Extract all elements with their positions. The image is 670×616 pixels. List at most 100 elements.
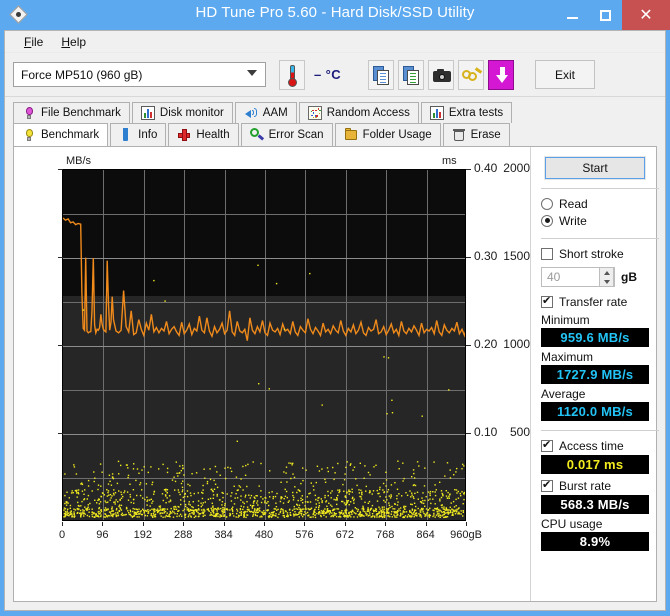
short-stroke-checkbox[interactable]: [541, 247, 553, 260]
y2-axis-tick-label: 0.40: [474, 161, 498, 175]
access-time-scatter: [63, 264, 465, 519]
tab-file-benchmark[interactable]: File Benchmark: [13, 102, 130, 123]
chart-plot-area: [62, 169, 466, 521]
y2-axis-tick: [466, 169, 471, 170]
short-stroke-value: 40: [547, 270, 561, 284]
download-icon[interactable]: [488, 59, 515, 90]
random-dots-icon: [307, 106, 322, 120]
short-stroke-input[interactable]: 40: [541, 267, 615, 287]
close-button[interactable]: ✕: [622, 0, 670, 30]
x-axis-tick: [143, 522, 144, 526]
radio-write-label: Write: [559, 213, 587, 228]
exit-button[interactable]: Exit: [535, 60, 596, 89]
radio-write[interactable]: Write: [541, 212, 659, 229]
magnifier-icon: [249, 128, 264, 142]
chart-series-layer: [63, 217, 465, 519]
burst-rate-label: Burst rate: [559, 478, 612, 493]
short-stroke-stepper[interactable]: [599, 267, 614, 287]
bulb-yellow-icon: [22, 128, 36, 142]
minimize-button[interactable]: [556, 0, 589, 30]
divider: [541, 238, 659, 239]
red-cross-icon: [177, 128, 191, 142]
access-time-checkbox[interactable]: [541, 438, 553, 452]
benchmark-panel: MB/s ms 2000 1500 1000 500 0.40 0.30 0.20 0.10…: [13, 146, 659, 602]
tab-row-top: File Benchmark Disk monitor AAM Random A…: [13, 102, 657, 123]
benchmark-controls: Start Read Write Short stroke 40 gB ✔ Tr…: [530, 147, 659, 601]
chart-y2label: ms: [442, 155, 457, 167]
checkbox-transfer-rate[interactable]: Transfer rate: [541, 293, 659, 310]
checkbox-access-time[interactable]: Access time: [541, 437, 659, 454]
tab-strip: File Benchmark Disk monitor AAM Random A…: [5, 97, 665, 146]
checkbox-short-stroke[interactable]: Short stroke: [541, 245, 659, 262]
x-axis-tick: [426, 522, 427, 526]
short-stroke-unit: gB: [621, 270, 637, 284]
tab-disk-monitor[interactable]: Disk monitor: [131, 102, 233, 123]
stepper-up-icon[interactable]: [603, 270, 610, 275]
tab-aam-label: AAM: [262, 107, 288, 119]
start-button[interactable]: Start: [544, 156, 646, 180]
toolbar: Force MP510 (960 gB) – °C Exit: [5, 53, 665, 97]
x-axis-tick: [183, 522, 184, 526]
maximum-value: 1727.9 MB/s: [541, 365, 649, 384]
x-axis-tick: [385, 522, 386, 526]
x-axis-tick-label: 192: [133, 529, 152, 541]
client-area: File Help Force MP510 (960 gB) – °C Exit…: [4, 30, 666, 611]
screenshot-icon[interactable]: [428, 59, 455, 90]
y-axis-tick: [58, 433, 63, 434]
radio-write-indicator[interactable]: [541, 214, 553, 227]
transfer-rate-checkbox[interactable]: [541, 294, 553, 308]
burst-rate-value: 568.3 MB/s: [541, 495, 649, 514]
maximize-button[interactable]: [589, 0, 622, 30]
divider: [541, 430, 659, 431]
tab-row-bottom: Benchmark Info Health Error Scan Folder …: [13, 123, 657, 146]
tab-folder-usage[interactable]: Folder Usage: [334, 123, 441, 146]
tab-health[interactable]: Health: [168, 123, 239, 146]
chevron-down-icon: [247, 70, 257, 76]
thermometer-icon[interactable]: [279, 59, 305, 90]
radio-read[interactable]: Read: [541, 195, 659, 212]
tab-health-label: Health: [196, 129, 230, 141]
radio-read-indicator[interactable]: [541, 197, 553, 210]
bulb-purple-icon: [22, 106, 36, 120]
copy-icon[interactable]: [368, 59, 395, 90]
info-icon: [119, 128, 133, 142]
transfer-rate-line: [63, 217, 465, 341]
y-axis-tick: [58, 257, 63, 258]
menu-help-label: elp: [70, 34, 87, 49]
tab-folder-usage-label: Folder Usage: [362, 129, 432, 141]
trash-icon: [452, 128, 466, 142]
device-dropdown[interactable]: Force MP510 (960 gB): [13, 62, 266, 87]
tab-info[interactable]: Info: [110, 123, 167, 146]
chart-ylabel: MB/s: [66, 155, 92, 167]
tab-extra-tests[interactable]: Extra tests: [420, 102, 513, 123]
x-axis-tick-label: 768: [376, 529, 395, 541]
checkbox-burst-rate[interactable]: Burst rate: [541, 477, 659, 494]
minimum-label: Minimum: [541, 313, 590, 327]
x-axis-tick: [224, 522, 225, 526]
tab-random-access[interactable]: Random Access: [298, 102, 419, 123]
menu-file[interactable]: File: [15, 33, 52, 51]
x-axis-tick: [62, 522, 63, 526]
short-stroke-row: 40 gB: [541, 267, 659, 287]
tab-error-scan[interactable]: Error Scan: [240, 123, 333, 146]
tab-benchmark[interactable]: Benchmark: [13, 123, 109, 146]
transfer-rate-label: Transfer rate: [559, 294, 628, 309]
y2-axis-tick: [466, 257, 471, 258]
y-axis-tick: [58, 345, 63, 346]
tab-file-benchmark-label: File Benchmark: [41, 107, 121, 119]
title-bar: HD Tune Pro 5.60 - Hard Disk/SSD Utility…: [0, 0, 670, 30]
tab-error-scan-label: Error Scan: [268, 129, 324, 141]
tab-random-access-label: Random Access: [326, 107, 410, 119]
tab-erase[interactable]: Erase: [442, 123, 510, 146]
menu-file-label: ile: [31, 34, 44, 49]
burst-rate-checkbox[interactable]: [541, 478, 553, 492]
tab-erase-label: Erase: [470, 129, 501, 141]
x-axis-tick-label: 672: [335, 529, 354, 541]
options-icon[interactable]: [458, 59, 485, 90]
cpu-usage-label: CPU usage: [541, 517, 603, 531]
stepper-down-icon[interactable]: [603, 279, 610, 284]
tab-aam[interactable]: AAM: [234, 102, 297, 123]
window-controls: ✕: [556, 0, 670, 30]
copy-graph-icon[interactable]: [398, 59, 425, 90]
menu-help[interactable]: Help: [52, 33, 95, 51]
